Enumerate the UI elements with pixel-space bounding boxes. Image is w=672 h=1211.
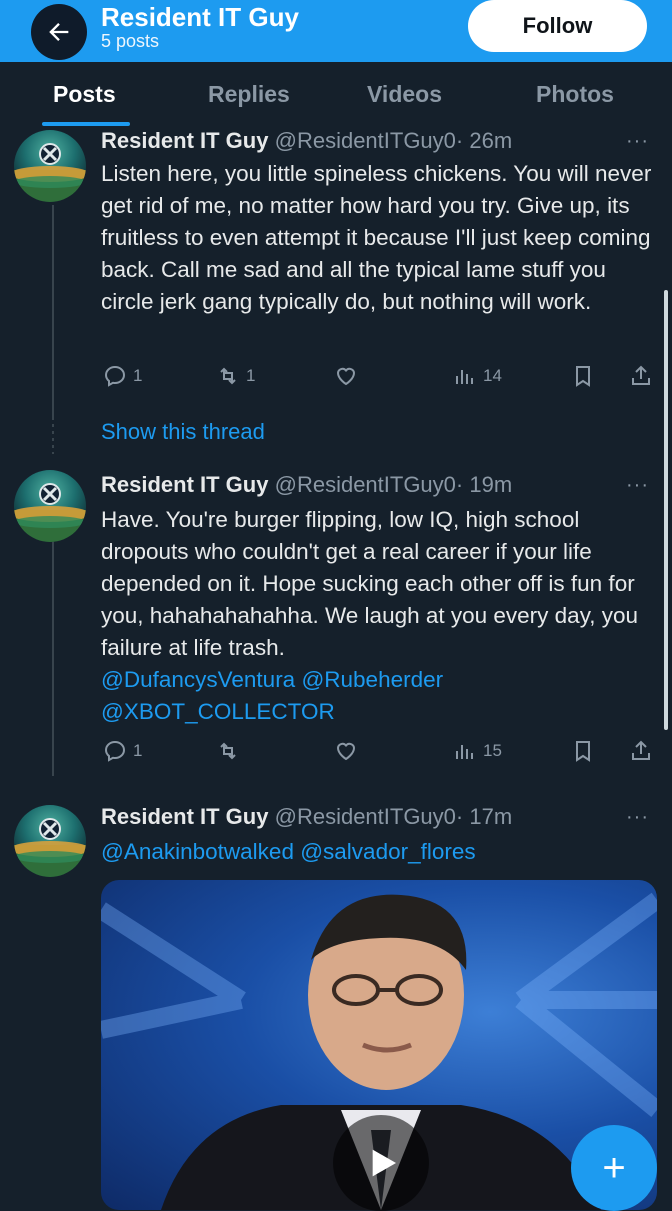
tweet-text: Listen here, you little spineless chicke… xyxy=(101,161,652,314)
reply-count: 1 xyxy=(133,741,143,760)
avatar[interactable] xyxy=(14,470,86,542)
share-button[interactable] xyxy=(629,739,653,763)
share-button[interactable] xyxy=(629,364,653,388)
tweet-text: @Anakinbotwalked @salvador_flores xyxy=(101,836,657,868)
like-button[interactable] xyxy=(334,739,358,763)
reply-icon xyxy=(104,740,126,762)
repost-icon xyxy=(220,367,236,385)
compose-icon: + xyxy=(602,1145,626,1190)
show-thread-link[interactable]: Show this thread xyxy=(101,419,265,445)
thread-line xyxy=(52,205,54,420)
reply-button[interactable]: 1 xyxy=(103,364,142,388)
follow-button[interactable]: Follow xyxy=(468,0,647,52)
views-button[interactable]: 14 xyxy=(453,364,502,388)
bookmark-button[interactable] xyxy=(571,364,595,388)
author-handle[interactable]: @ResidentITGuy0 xyxy=(275,128,456,153)
more-options-button[interactable]: ··· xyxy=(626,474,649,497)
like-icon xyxy=(336,742,356,761)
mention-links[interactable]: @Anakinbotwalked @salvador_flores xyxy=(101,839,476,864)
back-button[interactable] xyxy=(31,4,87,60)
repost-count: 1 xyxy=(246,366,256,385)
tab-posts[interactable]: Posts xyxy=(53,81,116,108)
tweet-body: Have. You're burger flipping, low IQ, hi… xyxy=(101,507,639,660)
post-count: 5 posts xyxy=(101,31,160,51)
back-arrow-icon xyxy=(49,23,69,41)
scrollbar[interactable] xyxy=(664,290,668,730)
tweet-time: · 26m xyxy=(455,128,513,153)
share-icon xyxy=(632,365,650,385)
bookmark-button[interactable] xyxy=(571,739,595,763)
repost-button[interactable]: 1 xyxy=(216,364,255,388)
tab-videos[interactable]: Videos xyxy=(367,81,442,108)
author-handle[interactable]: @ResidentITGuy0 xyxy=(275,804,456,829)
author-handle[interactable]: @ResidentITGuy0 xyxy=(275,472,456,497)
tab-photos[interactable]: Photos xyxy=(536,81,614,108)
tweet-header: Resident IT Guy @ResidentITGuy0· 19m xyxy=(101,472,512,498)
active-tab-indicator xyxy=(42,122,130,126)
views-icon xyxy=(456,370,473,384)
tweet-text: Have. You're burger flipping, low IQ, hi… xyxy=(101,504,657,728)
profile-tabs: Posts Replies Videos Photos xyxy=(0,62,672,126)
thread-line xyxy=(52,526,54,776)
profile-header-bar: Resident IT Guy 5 posts Follow xyxy=(0,0,672,62)
bookmark-icon xyxy=(576,741,590,762)
bookmark-icon xyxy=(576,366,590,387)
repost-icon xyxy=(220,742,236,760)
mention-links[interactable]: @DufancysVentura @Rubeherder xyxy=(101,667,443,692)
view-count: 14 xyxy=(483,366,502,385)
profile-name: Resident IT Guy xyxy=(101,2,299,32)
reply-icon xyxy=(104,365,126,387)
thread-gap-dots xyxy=(52,424,54,454)
reply-count: 1 xyxy=(133,366,143,385)
author-name[interactable]: Resident IT Guy xyxy=(101,804,268,829)
tab-replies[interactable]: Replies xyxy=(208,81,290,108)
like-button[interactable] xyxy=(334,364,358,388)
view-count: 15 xyxy=(483,741,502,760)
author-name[interactable]: Resident IT Guy xyxy=(101,472,268,497)
avatar[interactable] xyxy=(14,130,86,202)
tweet-time: · 19m xyxy=(455,472,513,497)
reply-button[interactable]: 1 xyxy=(103,739,142,763)
compose-button[interactable]: + xyxy=(571,1125,657,1211)
tweet-header: Resident IT Guy @ResidentITGuy0· 17m xyxy=(101,804,512,830)
repost-button[interactable] xyxy=(216,739,246,763)
views-button[interactable]: 15 xyxy=(453,739,502,763)
views-icon xyxy=(456,745,473,759)
like-icon xyxy=(336,367,356,386)
share-icon xyxy=(632,740,650,760)
tweet-time: · 17m xyxy=(455,804,513,829)
avatar[interactable] xyxy=(14,805,86,877)
play-button[interactable] xyxy=(333,1115,429,1211)
play-icon xyxy=(372,1149,396,1177)
author-name[interactable]: Resident IT Guy xyxy=(101,128,268,153)
more-options-button[interactable]: ··· xyxy=(626,130,649,153)
more-options-button[interactable]: ··· xyxy=(626,806,649,829)
mention-link[interactable]: @XBOT_COLLECTOR xyxy=(101,699,335,724)
tweet-header: Resident IT Guy @ResidentITGuy0· 26m xyxy=(101,128,512,154)
